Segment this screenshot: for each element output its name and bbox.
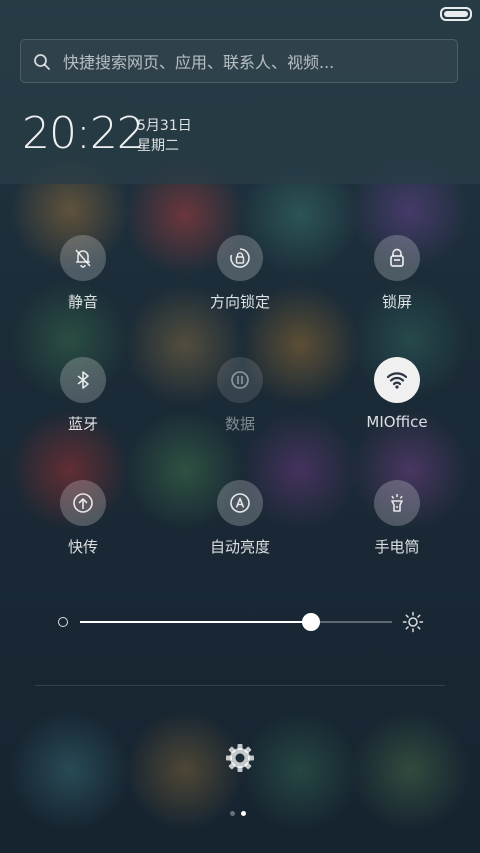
toggle-mute[interactable]: 静音: [18, 235, 148, 312]
toggle-label: 手电筒: [374, 538, 420, 556]
clock-time: 20:22: [22, 108, 145, 159]
date-label: 5月31日: [137, 118, 192, 134]
brightness-high-icon: [402, 611, 424, 633]
toggle-wifi[interactable]: MIOffice: [332, 357, 462, 431]
flashlight-icon: [374, 480, 420, 526]
search-icon: [34, 54, 50, 70]
bluetooth-icon: [60, 357, 106, 403]
brightness-low-icon: [58, 617, 68, 627]
auto-brightness-icon: [217, 480, 263, 526]
toggle-label: 自动亮度: [209, 538, 270, 556]
toggle-quick-transfer[interactable]: 快传: [18, 480, 148, 557]
quick-transfer-icon: [60, 480, 106, 526]
mobile-data-icon: [217, 357, 263, 403]
toggle-label: 数据: [224, 415, 255, 433]
toggle-label: 静音: [67, 293, 98, 311]
rotation-lock-icon: [217, 235, 263, 281]
search-bar[interactable]: [20, 39, 458, 84]
brightness-thumb[interactable]: [301, 613, 320, 631]
date-block: 5月31日 星期二: [137, 116, 192, 156]
toggle-label: 锁屏: [381, 293, 412, 311]
weekday-label: 星期二: [137, 138, 179, 154]
toggle-label: 蓝牙: [67, 415, 98, 433]
toggle-bluetooth[interactable]: 蓝牙: [18, 357, 148, 434]
toggle-lock-screen[interactable]: 锁屏: [332, 235, 462, 312]
toggle-rotation-lock[interactable]: 方向锁定: [175, 235, 305, 312]
wifi-icon: [374, 357, 420, 403]
lock-icon: [374, 235, 420, 281]
battery-icon: [440, 7, 472, 21]
bell-off-icon: [60, 235, 106, 281]
brightness-slider[interactable]: [58, 609, 428, 635]
page-dot-active: [241, 811, 246, 816]
page-dot: [230, 811, 235, 816]
brightness-fill: [80, 621, 311, 623]
search-input[interactable]: [61, 40, 447, 84]
settings-gear-icon[interactable]: [224, 742, 256, 774]
divider: [35, 685, 445, 686]
toggle-label: MIOffice: [366, 413, 428, 431]
toggle-label: 方向锁定: [209, 293, 270, 311]
toggle-mobile-data[interactable]: 数据: [175, 357, 305, 434]
brightness-track[interactable]: [80, 613, 392, 631]
toggle-label: 快传: [67, 538, 98, 556]
toggle-auto-brightness[interactable]: 自动亮度: [175, 480, 305, 557]
toggle-flashlight[interactable]: 手电筒: [332, 480, 462, 557]
page-indicator: [230, 811, 250, 817]
